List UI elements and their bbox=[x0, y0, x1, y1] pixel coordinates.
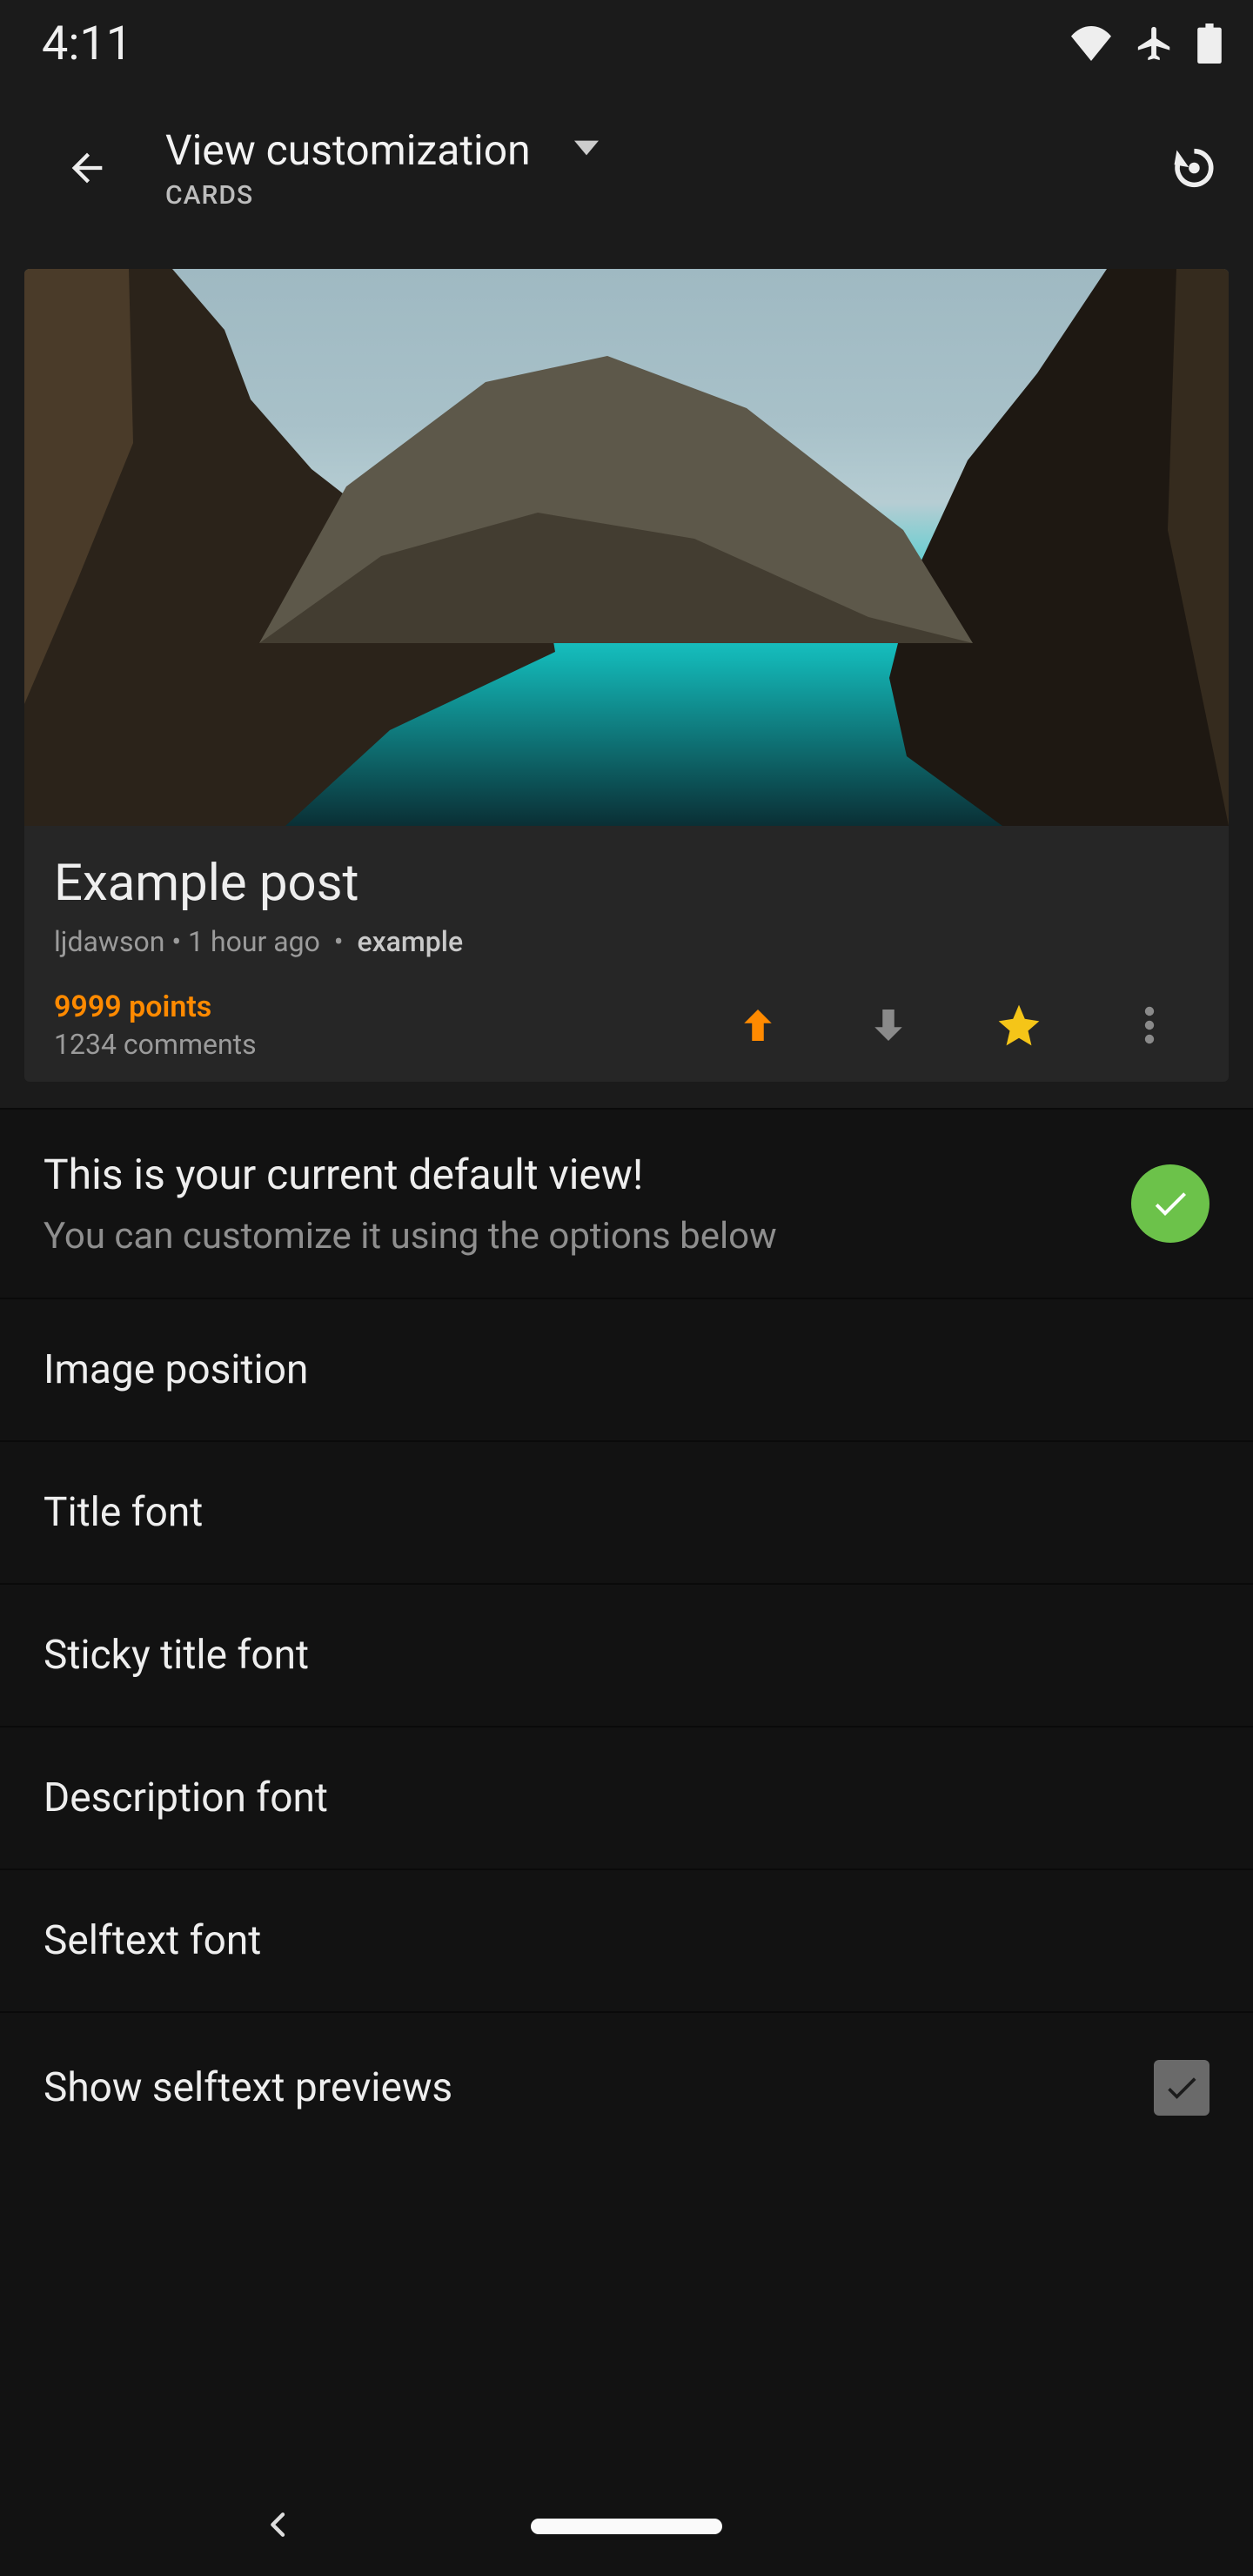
status-right-icons bbox=[1070, 23, 1222, 64]
post-body: Example post ljdawson • 1 hour ago • exa… bbox=[24, 826, 1229, 977]
preview-container: Example post ljdawson • 1 hour ago • exa… bbox=[0, 248, 1253, 1110]
page-title: View customization bbox=[165, 125, 531, 175]
check-badge bbox=[1131, 1164, 1209, 1243]
post-meta: ljdawson • 1 hour ago • example bbox=[54, 925, 1199, 958]
upvote-button[interactable] bbox=[693, 1002, 823, 1049]
option-image-position[interactable]: Image position bbox=[0, 1299, 1253, 1442]
option-title-font[interactable]: Title font bbox=[0, 1442, 1253, 1585]
post-stats: 9999 points 1234 comments bbox=[54, 989, 257, 1061]
banner-subline: You can customize it using the options b… bbox=[44, 1215, 1105, 1258]
post-points: 9999 points bbox=[54, 989, 257, 1024]
option-show-selftext-previews[interactable]: Show selftext previews bbox=[0, 2013, 1253, 2163]
downvote-button[interactable] bbox=[823, 1002, 954, 1049]
post-subreddit: example bbox=[357, 925, 463, 958]
page-subtitle: CARDS bbox=[165, 180, 599, 211]
option-selftext-font[interactable]: Selftext font bbox=[0, 1870, 1253, 2013]
battery-icon bbox=[1197, 23, 1222, 64]
example-post-card[interactable]: Example post ljdawson • 1 hour ago • exa… bbox=[24, 269, 1229, 1082]
post-age: 1 hour ago bbox=[188, 925, 320, 958]
system-home-pill[interactable] bbox=[531, 2519, 722, 2534]
status-time: 4:11 bbox=[42, 17, 132, 71]
banner-headline: This is your current default view! bbox=[44, 1150, 1105, 1199]
wifi-icon bbox=[1070, 26, 1112, 61]
post-title: Example post bbox=[54, 854, 1199, 913]
favorite-button[interactable] bbox=[954, 1001, 1084, 1050]
option-sticky-title-font[interactable]: Sticky title font bbox=[0, 1585, 1253, 1727]
option-label: Title font bbox=[44, 1489, 1209, 1536]
meta-separator: • bbox=[327, 925, 351, 958]
default-view-banner: This is your current default view! You c… bbox=[0, 1110, 1253, 1299]
system-back-icon[interactable] bbox=[261, 2507, 296, 2546]
option-label: Image position bbox=[44, 1346, 1209, 1393]
content-area: Example post ljdawson • 1 hour ago • exa… bbox=[0, 248, 1253, 2476]
post-comments: 1234 comments bbox=[54, 1028, 257, 1061]
app-bar: View customization CARDS bbox=[0, 87, 1253, 248]
appbar-titles[interactable]: View customization CARDS bbox=[165, 125, 599, 211]
option-label: Show selftext previews bbox=[44, 2064, 1154, 2111]
option-label: Sticky title font bbox=[44, 1632, 1209, 1679]
option-label: Selftext font bbox=[44, 1917, 1209, 1964]
system-nav-bar bbox=[0, 2476, 1253, 2576]
checkbox[interactable] bbox=[1154, 2060, 1209, 2116]
meta-separator: • bbox=[171, 925, 188, 958]
airplane-icon bbox=[1135, 23, 1175, 64]
back-button[interactable] bbox=[35, 145, 139, 191]
reset-button[interactable] bbox=[1149, 143, 1236, 193]
more-options-button[interactable] bbox=[1084, 1004, 1215, 1046]
dropdown-icon[interactable] bbox=[574, 136, 599, 164]
post-footer: 9999 points 1234 comments bbox=[24, 977, 1229, 1082]
post-image[interactable] bbox=[24, 269, 1229, 826]
option-description-font[interactable]: Description font bbox=[0, 1727, 1253, 1870]
status-bar: 4:11 bbox=[0, 0, 1253, 87]
option-label: Description font bbox=[44, 1774, 1209, 1821]
post-author: ljdawson bbox=[54, 925, 164, 958]
